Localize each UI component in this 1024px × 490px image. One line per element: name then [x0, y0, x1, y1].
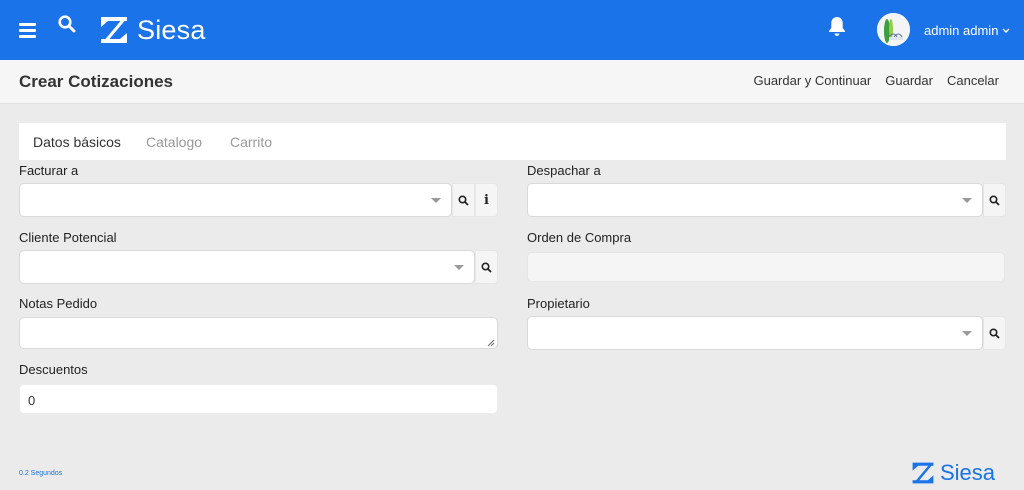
propietario-search-button[interactable] [983, 316, 1006, 350]
info-icon: i [484, 192, 489, 208]
load-time-text: 0.2 Segundos [19, 470, 63, 477]
dropdown-caret-icon [454, 265, 464, 270]
despachar-a-select[interactable] [527, 183, 983, 217]
save-and-continue-button[interactable]: Guardar y Continuar [753, 73, 871, 88]
search-icon [481, 261, 492, 273]
page-header: Crear Cotizaciones Guardar y Continuar G… [0, 60, 1024, 104]
search-icon [989, 327, 1000, 339]
siesa-logo-icon [101, 17, 127, 43]
page-title: Crear Cotizaciones [19, 72, 173, 91]
user-name: admin admin [924, 23, 999, 38]
footer-logo: Siesa [911, 460, 995, 486]
cliente-potencial-select[interactable] [19, 250, 475, 284]
tab-carrito[interactable]: Carrito [230, 134, 272, 150]
cliente-potencial-search-button[interactable] [475, 250, 498, 284]
dropdown-caret-icon [431, 198, 441, 203]
search-icon[interactable] [58, 15, 76, 38]
tab-catalogo[interactable]: Catalogo [146, 134, 202, 150]
dropdown-caret-icon [962, 198, 972, 203]
bell-icon[interactable] [826, 15, 848, 42]
brand-logo[interactable]: Siesa [99, 14, 206, 46]
facturar-a-info-button[interactable]: i [475, 183, 498, 217]
resize-handle-icon[interactable] [487, 339, 495, 347]
descuentos-field[interactable]: 0 [19, 384, 498, 414]
siesa-logo-icon [912, 462, 934, 484]
search-icon [989, 194, 1000, 206]
facturar-a-select[interactable] [19, 183, 452, 217]
propietario-select[interactable] [527, 316, 983, 350]
facturar-a-search-button[interactable] [452, 183, 475, 217]
cliente-potencial-label: Cliente Potencial [19, 230, 117, 245]
header-actions: Guardar y Continuar Guardar Cancelar [753, 73, 999, 88]
orden-de-compra-field[interactable] [527, 252, 1005, 282]
avatar[interactable] [877, 13, 910, 46]
facturar-a-label: Facturar a [19, 163, 79, 178]
brand-name: Siesa [137, 14, 206, 45]
propietario-label: Propietario [527, 296, 590, 311]
top-bar: Siesa admin admin [0, 0, 1024, 60]
tab-datos-basicos[interactable]: Datos básicos [33, 134, 121, 150]
dropdown-caret-icon [962, 331, 972, 336]
search-icon [458, 194, 469, 206]
chevron-down-icon [1002, 28, 1010, 33]
descuentos-label: Descuentos [19, 362, 88, 377]
hamburger-icon[interactable] [19, 23, 36, 38]
notas-pedido-textarea[interactable] [19, 317, 498, 349]
footer-brand-name: Siesa [940, 460, 996, 485]
despachar-a-search-button[interactable] [983, 183, 1006, 217]
despachar-a-label: Despachar a [527, 163, 601, 178]
user-menu[interactable]: admin admin [924, 23, 1010, 38]
tab-bar: Datos básicos Catalogo Carrito [19, 123, 1006, 160]
notas-pedido-label: Notas Pedido [19, 296, 98, 311]
orden-de-compra-label: Orden de Compra [527, 230, 632, 245]
cancel-button[interactable]: Cancelar [947, 73, 999, 88]
save-button[interactable]: Guardar [885, 73, 933, 88]
